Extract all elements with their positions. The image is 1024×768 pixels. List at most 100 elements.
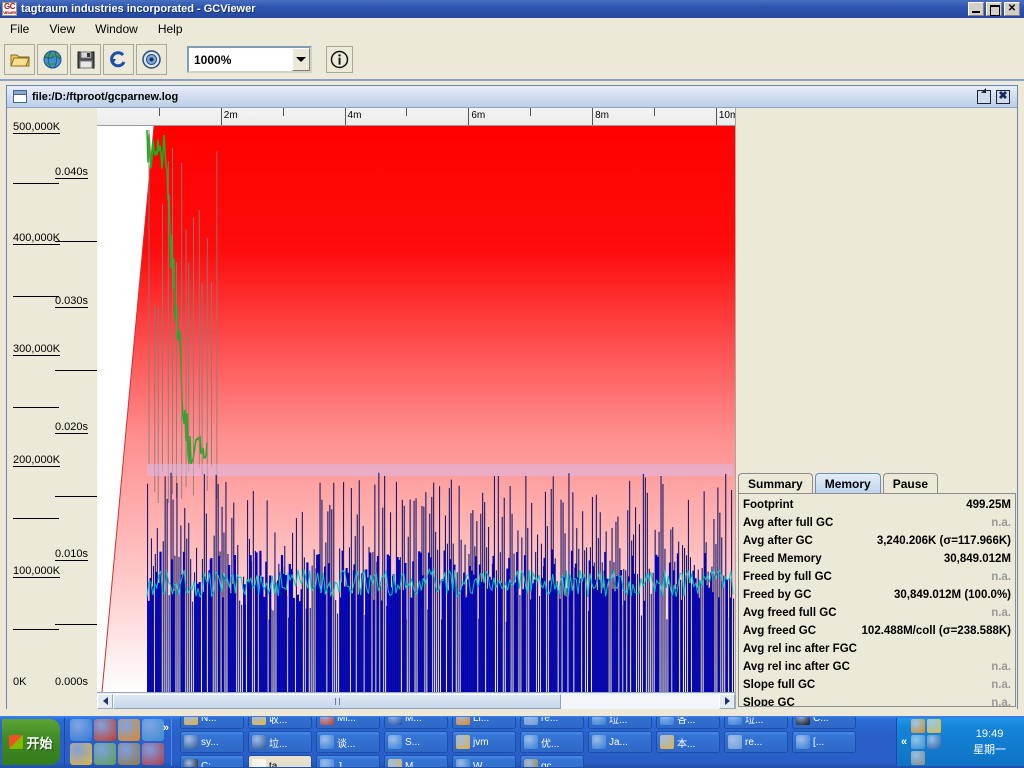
stat-row: Freed Memory 30,849.012M: [743, 550, 1011, 568]
flag-icon[interactable]: [142, 743, 164, 765]
menu-window-label: Window: [95, 21, 138, 36]
gc-pause-bar: [168, 595, 170, 692]
close-button[interactable]: ✕: [1004, 2, 1020, 16]
taskbar-button[interactable]: C:...: [180, 755, 244, 767]
desktop-icon[interactable]: [142, 719, 164, 741]
chart-time-ruler[interactable]: 2m 4m 6m 8m 10m: [97, 108, 735, 126]
gc-pause-bar: [699, 580, 701, 692]
taskbar-button[interactable]: C...: [792, 717, 856, 729]
taskbar-button[interactable]: sy...: [180, 731, 244, 753]
menu-window[interactable]: Window: [91, 20, 148, 38]
shield-icon[interactable]: [911, 751, 926, 765]
taskbar-button[interactable]: 各...: [656, 717, 720, 729]
zoom-combobox[interactable]: 1000%: [187, 46, 312, 73]
gc-pause-bar: [535, 551, 537, 692]
chart-plot-area[interactable]: [97, 126, 735, 692]
taskbar-button[interactable]: Li...: [452, 717, 516, 729]
ie-doc-icon: [796, 735, 810, 749]
maximize-button[interactable]: [986, 2, 1002, 16]
minimize-button[interactable]: [968, 2, 984, 16]
chart-horizontal-scrollbar[interactable]: [97, 692, 735, 709]
app-logo-bottom-text: VIEWER: [3, 10, 16, 15]
taskbar-button[interactable]: J...: [316, 755, 380, 767]
paint-icon: [320, 717, 334, 725]
stat-row: Avg rel inc after GC n.a.: [743, 658, 1011, 676]
refresh-button[interactable]: [103, 44, 134, 75]
info-circle-icon: [330, 50, 349, 69]
stat-row: Avg after full GC n.a.: [743, 514, 1011, 532]
open-url-button[interactable]: [37, 44, 68, 75]
gc-pause-bar: [584, 550, 586, 692]
taskbar-button[interactable]: 谈...: [316, 731, 380, 753]
taskbar-button[interactable]: [...: [792, 731, 856, 753]
gc-pause-bar: [456, 572, 458, 692]
document-close-button[interactable]: ✖: [996, 89, 1010, 104]
tray-overflow-icon[interactable]: «: [901, 736, 907, 748]
scroll-right-arrow-icon[interactable]: [719, 693, 735, 709]
taskbar-button[interactable]: 收...: [248, 717, 312, 729]
watch-button[interactable]: [136, 44, 167, 75]
ruler-minor-tick: [530, 108, 532, 116]
taskbar-button[interactable]: 垃...: [724, 717, 788, 729]
scrollbar-thumb[interactable]: [113, 693, 562, 709]
taskbar-button[interactable]: 垃...: [588, 717, 652, 729]
ie-doc-icon: [388, 735, 402, 749]
media-icon[interactable]: [118, 719, 140, 741]
tab-memory-label: Memory: [824, 477, 871, 491]
menu-file[interactable]: File: [6, 20, 39, 38]
gc-pause-bar: [286, 596, 288, 692]
taskbar-button[interactable]: gc...: [520, 755, 584, 767]
zoom-value[interactable]: 1000%: [189, 53, 292, 67]
photo-icon[interactable]: [94, 743, 116, 765]
start-button[interactable]: 开始: [2, 719, 60, 765]
help-icon: [388, 717, 402, 725]
taskbar-button[interactable]: M...: [384, 755, 448, 767]
document-restore-button[interactable]: [977, 87, 991, 104]
export-button[interactable]: [70, 44, 101, 75]
menu-help[interactable]: Help: [154, 20, 193, 38]
gc-pause-bar: [458, 485, 460, 692]
about-button[interactable]: [326, 46, 353, 73]
taskbar-button[interactable]: 垃...: [248, 731, 312, 753]
open-file-button[interactable]: [4, 44, 35, 75]
tab-summary[interactable]: Summary: [738, 473, 813, 494]
taskbar-button[interactable]: M...: [384, 717, 448, 729]
taskbar-button[interactable]: 优...: [520, 731, 584, 753]
clock-icon[interactable]: [927, 719, 942, 733]
gc-pause-bar: [335, 600, 337, 692]
gc-pause-bar: [640, 615, 642, 692]
stat-key: Avg rel inc after GC: [743, 661, 850, 673]
tool-icon[interactable]: [118, 743, 140, 765]
tab-memory[interactable]: Memory: [814, 473, 881, 494]
taskbar-button[interactable]: ta...: [248, 755, 312, 767]
taskbar-button[interactable]: Ja...: [588, 731, 652, 753]
scrollbar-track[interactable]: [113, 693, 719, 709]
user-icon[interactable]: [911, 735, 926, 749]
network-icon[interactable]: [927, 735, 942, 749]
scroll-left-arrow-icon[interactable]: [97, 693, 113, 709]
taskbar-button[interactable]: re...: [520, 717, 584, 729]
document-frame: file:/D:/ftproot/gcparnew.log ✖ 500,000K…: [6, 85, 1018, 709]
gc-pause-bar: [444, 515, 446, 692]
clock-icon[interactable]: [70, 743, 92, 765]
ie-icon[interactable]: [70, 719, 92, 741]
cat-icon[interactable]: [911, 719, 926, 733]
tab-pause[interactable]: Pause: [882, 473, 939, 494]
taskbar-button[interactable]: Mi...: [316, 717, 380, 729]
gc-pause-bar: [294, 598, 296, 692]
gc-pause-bar: [723, 575, 725, 692]
taskbar-button[interactable]: W...: [452, 755, 516, 767]
taskbar-button[interactable]: N...: [180, 717, 244, 729]
quick-launch-bar: »: [64, 718, 172, 766]
menu-view[interactable]: View: [45, 20, 85, 38]
taskbar-button[interactable]: S...: [384, 731, 448, 753]
quicklaunch-overflow-icon[interactable]: »: [163, 722, 169, 734]
paint-icon[interactable]: [94, 719, 116, 741]
chevron-down-icon[interactable]: [292, 48, 310, 71]
taskbar-button[interactable]: re...: [724, 731, 788, 753]
taskbar-button[interactable]: 本...: [656, 731, 720, 753]
taskbar-button[interactable]: jvm: [452, 731, 516, 753]
gc-pause-bar: [607, 586, 609, 692]
tray-clock[interactable]: 19:49 星期一: [959, 726, 1020, 758]
scrollbar-grip-icon: [334, 697, 340, 705]
